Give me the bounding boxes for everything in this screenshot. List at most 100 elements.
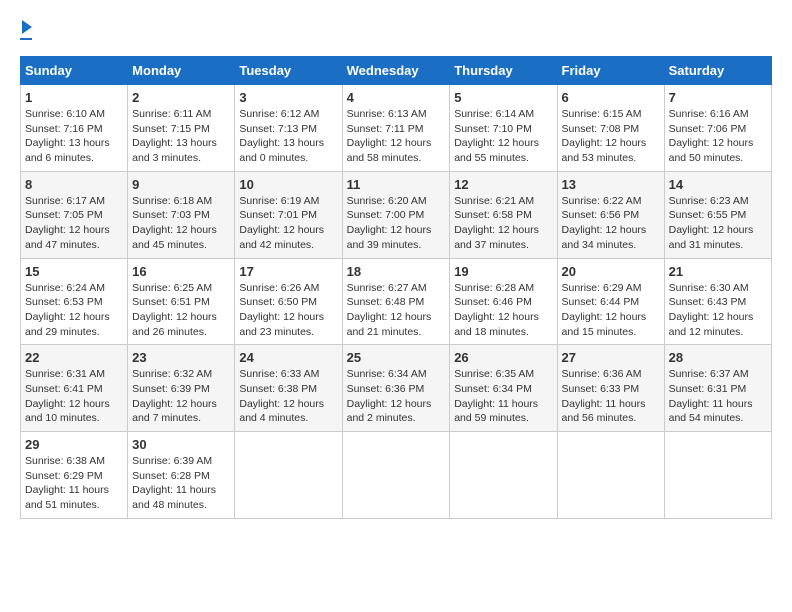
calendar-day-cell: 15Sunrise: 6:24 AM Sunset: 6:53 PM Dayli…: [21, 258, 128, 345]
calendar-week-row: 29 Sunrise: 6:38 AM Sunset: 6:29 PM Dayli…: [21, 432, 772, 519]
calendar-day-cell: 26 Sunrise: 6:35 AM Sunset: 6:34 PM Dayli…: [450, 345, 557, 432]
calendar-day-cell: [557, 432, 664, 519]
day-number: 26: [454, 350, 552, 365]
calendar-week-row: 8 Sunrise: 6:17 AM Sunset: 7:05 PM Daylig…: [21, 171, 772, 258]
day-number: 24: [239, 350, 337, 365]
calendar-day-cell: 4Sunrise: 6:13 AM Sunset: 7:11 PM Daylig…: [342, 85, 450, 172]
day-info: Sunrise: 6:35 AM Sunset: 6:34 PM Dayligh…: [454, 367, 552, 426]
calendar-day-cell: 22 Sunrise: 6:31 AM Sunset: 6:41 PM Dayli…: [21, 345, 128, 432]
calendar-day-cell: 25 Sunrise: 6:34 AM Sunset: 6:36 PM Dayli…: [342, 345, 450, 432]
calendar-day-cell: 7Sunrise: 6:16 AM Sunset: 7:06 PM Daylig…: [664, 85, 771, 172]
calendar-day-cell: 18 Sunrise: 6:27 AM Sunset: 6:48 PM Dayli…: [342, 258, 450, 345]
day-number: 23: [132, 350, 230, 365]
calendar-day-cell: 30 Sunrise: 6:39 AM Sunset: 6:28 PM Dayli…: [128, 432, 235, 519]
day-info: Sunrise: 6:39 AM Sunset: 6:28 PM Dayligh…: [132, 454, 230, 513]
day-info: Sunrise: 6:15 AM Sunset: 7:08 PM Dayligh…: [562, 107, 660, 166]
day-info: Sunrise: 6:30 AM Sunset: 6:43 PM Dayligh…: [669, 281, 767, 340]
day-info: Sunrise: 6:32 AM Sunset: 6:39 PM Dayligh…: [132, 367, 230, 426]
day-info: Sunrise: 6:36 AM Sunset: 6:33 PM Dayligh…: [562, 367, 660, 426]
day-number: 17: [239, 264, 337, 279]
day-number: 7: [669, 90, 767, 105]
logo-arrow-icon: [22, 20, 32, 34]
calendar-day-cell: 20 Sunrise: 6:29 AM Sunset: 6:44 PM Dayli…: [557, 258, 664, 345]
calendar-day-cell: 24 Sunrise: 6:33 AM Sunset: 6:38 PM Dayli…: [235, 345, 342, 432]
weekday-header: Thursday: [450, 57, 557, 85]
day-info: Sunrise: 6:23 AM Sunset: 6:55 PM Dayligh…: [669, 194, 767, 253]
calendar-day-cell: 2 Sunrise: 6:11 AM Sunset: 7:15 PM Daylig…: [128, 85, 235, 172]
day-info: Sunrise: 6:37 AM Sunset: 6:31 PM Dayligh…: [669, 367, 767, 426]
day-number: 13: [562, 177, 660, 192]
calendar-week-row: 15Sunrise: 6:24 AM Sunset: 6:53 PM Dayli…: [21, 258, 772, 345]
day-info: Sunrise: 6:18 AM Sunset: 7:03 PM Dayligh…: [132, 194, 230, 253]
day-info: Sunrise: 6:31 AM Sunset: 6:41 PM Dayligh…: [25, 367, 123, 426]
weekday-header: Monday: [128, 57, 235, 85]
day-number: 22: [25, 350, 123, 365]
day-number: 29: [25, 437, 123, 452]
day-number: 9: [132, 177, 230, 192]
calendar-week-row: 22 Sunrise: 6:31 AM Sunset: 6:41 PM Dayli…: [21, 345, 772, 432]
calendar-day-cell: 13 Sunrise: 6:22 AM Sunset: 6:56 PM Dayli…: [557, 171, 664, 258]
calendar-day-cell: 10 Sunrise: 6:19 AM Sunset: 7:01 PM Dayli…: [235, 171, 342, 258]
calendar-table: SundayMondayTuesdayWednesdayThursdayFrid…: [20, 56, 772, 519]
day-info: Sunrise: 6:25 AM Sunset: 6:51 PM Dayligh…: [132, 281, 230, 340]
day-number: 16: [132, 264, 230, 279]
weekday-header: Sunday: [21, 57, 128, 85]
day-number: 27: [562, 350, 660, 365]
day-info: Sunrise: 6:20 AM Sunset: 7:00 PM Dayligh…: [347, 194, 446, 253]
day-number: 3: [239, 90, 337, 105]
weekday-header: Friday: [557, 57, 664, 85]
day-number: 2: [132, 90, 230, 105]
calendar-day-cell: 6 Sunrise: 6:15 AM Sunset: 7:08 PM Daylig…: [557, 85, 664, 172]
day-info: Sunrise: 6:29 AM Sunset: 6:44 PM Dayligh…: [562, 281, 660, 340]
day-info: Sunrise: 6:21 AM Sunset: 6:58 PM Dayligh…: [454, 194, 552, 253]
calendar-body: 1 Sunrise: 6:10 AM Sunset: 7:16 PM Daylig…: [21, 85, 772, 519]
day-number: 5: [454, 90, 552, 105]
page-header: [20, 20, 772, 40]
calendar-day-cell: [235, 432, 342, 519]
calendar-day-cell: 19 Sunrise: 6:28 AM Sunset: 6:46 PM Dayli…: [450, 258, 557, 345]
day-number: 28: [669, 350, 767, 365]
day-number: 25: [347, 350, 446, 365]
calendar-day-cell: 9 Sunrise: 6:18 AM Sunset: 7:03 PM Daylig…: [128, 171, 235, 258]
day-number: 19: [454, 264, 552, 279]
day-info: Sunrise: 6:27 AM Sunset: 6:48 PM Dayligh…: [347, 281, 446, 340]
calendar-day-cell: 12 Sunrise: 6:21 AM Sunset: 6:58 PM Dayli…: [450, 171, 557, 258]
day-number: 15: [25, 264, 123, 279]
day-number: 12: [454, 177, 552, 192]
calendar-day-cell: [450, 432, 557, 519]
day-number: 10: [239, 177, 337, 192]
calendar-day-cell: 1 Sunrise: 6:10 AM Sunset: 7:16 PM Daylig…: [21, 85, 128, 172]
calendar-day-cell: [342, 432, 450, 519]
day-info: Sunrise: 6:17 AM Sunset: 7:05 PM Dayligh…: [25, 194, 123, 253]
day-info: Sunrise: 6:33 AM Sunset: 6:38 PM Dayligh…: [239, 367, 337, 426]
day-number: 21: [669, 264, 767, 279]
logo: [20, 20, 32, 40]
calendar-header-row: SundayMondayTuesdayWednesdayThursdayFrid…: [21, 57, 772, 85]
calendar-day-cell: 27 Sunrise: 6:36 AM Sunset: 6:33 PM Dayli…: [557, 345, 664, 432]
calendar-day-cell: 17Sunrise: 6:26 AM Sunset: 6:50 PM Dayli…: [235, 258, 342, 345]
day-info: Sunrise: 6:38 AM Sunset: 6:29 PM Dayligh…: [25, 454, 123, 513]
day-number: 18: [347, 264, 446, 279]
calendar-day-cell: 14Sunrise: 6:23 AM Sunset: 6:55 PM Dayli…: [664, 171, 771, 258]
day-number: 30: [132, 437, 230, 452]
day-info: Sunrise: 6:19 AM Sunset: 7:01 PM Dayligh…: [239, 194, 337, 253]
weekday-header: Wednesday: [342, 57, 450, 85]
day-number: 6: [562, 90, 660, 105]
day-number: 20: [562, 264, 660, 279]
calendar-day-cell: 3 Sunrise: 6:12 AM Sunset: 7:13 PM Daylig…: [235, 85, 342, 172]
day-info: Sunrise: 6:34 AM Sunset: 6:36 PM Dayligh…: [347, 367, 446, 426]
calendar-day-cell: 29 Sunrise: 6:38 AM Sunset: 6:29 PM Dayli…: [21, 432, 128, 519]
calendar-day-cell: [664, 432, 771, 519]
day-number: 1: [25, 90, 123, 105]
day-info: Sunrise: 6:12 AM Sunset: 7:13 PM Dayligh…: [239, 107, 337, 166]
day-info: Sunrise: 6:11 AM Sunset: 7:15 PM Dayligh…: [132, 107, 230, 166]
weekday-header: Saturday: [664, 57, 771, 85]
day-info: Sunrise: 6:28 AM Sunset: 6:46 PM Dayligh…: [454, 281, 552, 340]
day-info: Sunrise: 6:10 AM Sunset: 7:16 PM Dayligh…: [25, 107, 123, 166]
calendar-week-row: 1 Sunrise: 6:10 AM Sunset: 7:16 PM Daylig…: [21, 85, 772, 172]
calendar-day-cell: 5Sunrise: 6:14 AM Sunset: 7:10 PM Daylig…: [450, 85, 557, 172]
day-info: Sunrise: 6:13 AM Sunset: 7:11 PM Dayligh…: [347, 107, 446, 166]
day-number: 8: [25, 177, 123, 192]
calendar-day-cell: 8 Sunrise: 6:17 AM Sunset: 7:05 PM Daylig…: [21, 171, 128, 258]
day-info: Sunrise: 6:22 AM Sunset: 6:56 PM Dayligh…: [562, 194, 660, 253]
